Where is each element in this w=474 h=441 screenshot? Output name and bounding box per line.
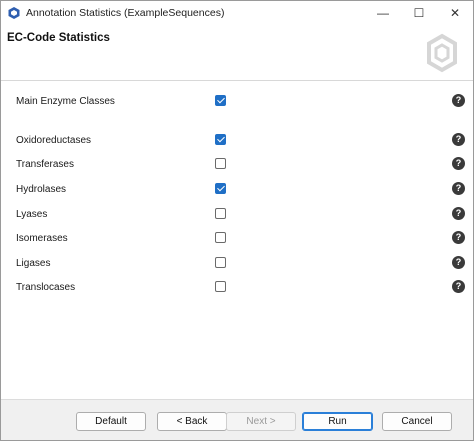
minimize-button[interactable]: — [365, 1, 401, 25]
back-button[interactable]: < Back [157, 412, 227, 431]
hydrolases-checkbox[interactable] [215, 183, 226, 194]
option-row-translocases: Translocases ? [1, 278, 473, 298]
option-label: Oxidoreductases [16, 135, 92, 146]
option-row-transferases: Transferases ? [1, 155, 473, 175]
options-panel: Main Enzyme Classes ? Oxidoreductases ? … [1, 82, 473, 398]
option-row-main-enzyme-classes: Main Enzyme Classes ? [1, 92, 473, 112]
help-icon[interactable]: ? [452, 231, 465, 244]
default-button[interactable]: Default [76, 412, 146, 431]
button-bar: Default < Back Next > Run Cancel [1, 399, 473, 440]
option-label: Translocases [16, 282, 76, 293]
close-button[interactable]: ✕ [437, 1, 473, 25]
transferases-checkbox[interactable] [215, 158, 226, 169]
help-icon[interactable]: ? [452, 133, 465, 146]
help-icon[interactable]: ? [452, 256, 465, 269]
cancel-button[interactable]: Cancel [382, 412, 452, 431]
lyases-checkbox[interactable] [215, 208, 226, 219]
option-label: Transferases [16, 159, 74, 170]
help-icon[interactable]: ? [452, 280, 465, 293]
hexagon-logo-icon [427, 33, 457, 73]
help-icon[interactable]: ? [452, 94, 465, 107]
help-icon[interactable]: ? [452, 182, 465, 195]
option-row-hydrolases: Hydrolases ? [1, 180, 473, 200]
window-title: Annotation Statistics (ExampleSequences) [26, 7, 225, 19]
option-label: Hydrolases [16, 184, 67, 195]
option-row-ligases: Ligases ? [1, 254, 473, 274]
title-bar: Annotation Statistics (ExampleSequences)… [1, 1, 473, 25]
oxidoreductases-checkbox[interactable] [215, 134, 226, 145]
option-label: Main Enzyme Classes [16, 96, 115, 107]
translocases-checkbox[interactable] [215, 281, 226, 292]
maximize-button[interactable]: ☐ [401, 1, 437, 25]
dialog-window: Annotation Statistics (ExampleSequences)… [0, 0, 474, 441]
option-row-isomerases: Isomerases ? [1, 229, 473, 249]
run-button[interactable]: Run [302, 412, 373, 431]
option-label: Ligases [16, 258, 51, 269]
ligases-checkbox[interactable] [215, 257, 226, 268]
main-enzyme-classes-checkbox[interactable] [215, 95, 226, 106]
option-label: Lyases [16, 209, 48, 220]
help-icon[interactable]: ? [452, 157, 465, 170]
option-row-oxidoreductases: Oxidoreductases ? [1, 131, 473, 151]
help-icon[interactable]: ? [452, 207, 465, 220]
next-button[interactable]: Next > [226, 412, 296, 431]
dialog-header: EC-Code Statistics [1, 25, 473, 81]
app-icon [8, 7, 20, 19]
isomerases-checkbox[interactable] [215, 232, 226, 243]
option-row-lyases: Lyases ? [1, 205, 473, 225]
page-title: EC-Code Statistics [7, 32, 110, 44]
option-label: Isomerases [16, 233, 68, 244]
